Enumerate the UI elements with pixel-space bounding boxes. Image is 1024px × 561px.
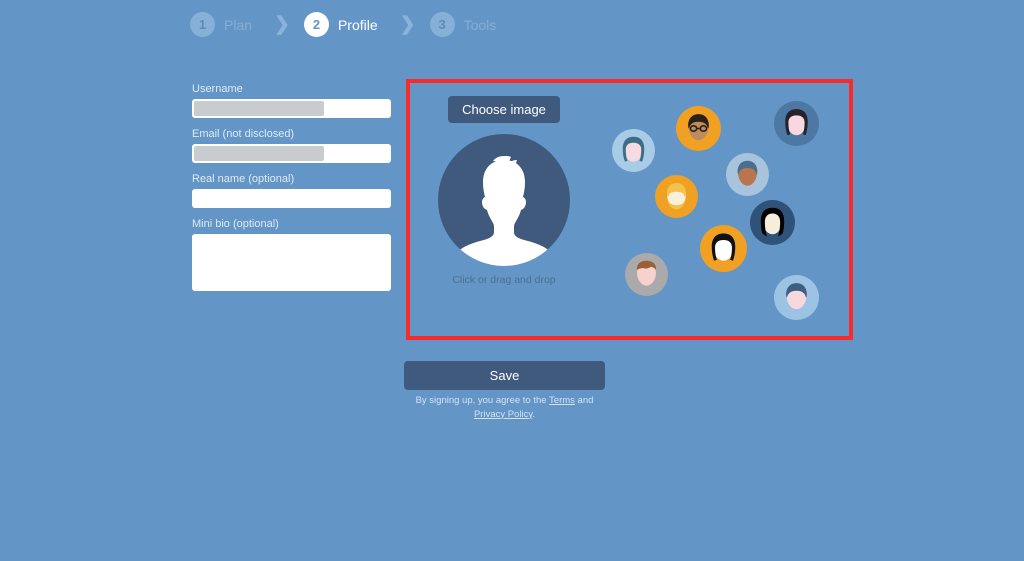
avatar-picker: Choose image Click or drag and drop [438, 96, 570, 286]
step-label: Plan [224, 16, 253, 33]
wizard-stepper: 1 Plan ❯ 2 Profile ❯ 3 Tools [190, 12, 496, 37]
step-profile[interactable]: 2 Profile [303, 12, 378, 37]
legal-text: By signing up, you agree to the Terms an… [404, 394, 605, 422]
step-label: Profile [337, 16, 378, 33]
field-label-username: Username [192, 83, 243, 95]
step-tools[interactable]: 3 Tools [429, 12, 497, 37]
avatar-glasses-man[interactable] [676, 106, 721, 151]
redacted-value [194, 146, 324, 161]
avatar-navy-hair-man[interactable] [774, 275, 819, 320]
avatar-blue-hair-man-icon [726, 153, 769, 196]
avatar-bearded-man[interactable] [655, 175, 698, 218]
step-label: Tools [463, 16, 497, 33]
avatar-blonde-woman-icon [750, 200, 795, 245]
step-number-badge: 2 [303, 12, 329, 37]
field-label-email: Email (not disclosed) [192, 128, 295, 140]
profile-form: Username Email (not disclosed) Real name (… [192, 83, 391, 291]
field-label-real: Real name (optional) [192, 173, 295, 185]
signup-profile-page: 1 Plan ❯ 2 Profile ❯ 3 Tools Username Email (not… [0, 0, 1024, 561]
save-button[interactable]: Save [404, 361, 605, 390]
avatar-teal-hair-woman[interactable] [612, 129, 655, 172]
avatar-bearded-man-icon [655, 175, 698, 218]
privacy-policy-link[interactable]: Privacy Policy [474, 409, 532, 420]
redacted-value [194, 101, 324, 116]
legal-suffix: . [532, 408, 536, 420]
email-input[interactable] [192, 144, 391, 163]
avatar-blonde-woman[interactable] [750, 200, 795, 245]
terms-link[interactable]: Terms [549, 395, 575, 406]
step-number-badge: 3 [429, 12, 455, 37]
username-input[interactable] [192, 99, 391, 118]
avatar-dark-hair-woman-icon [774, 101, 819, 146]
avatar-dark-hair-woman[interactable] [774, 101, 819, 146]
avatar-black-hair-woman-icon [700, 225, 747, 272]
chevron-right-icon: ❯ [274, 14, 290, 35]
avatar-curly-man-icon [625, 253, 668, 296]
mini-textarea[interactable] [192, 234, 391, 291]
step-number-badge: 1 [190, 12, 215, 37]
field-label-mini: Mini bio (optional) [192, 218, 279, 230]
avatar-navy-hair-man-icon [774, 275, 819, 320]
chevron-right-icon: ❯ [399, 14, 416, 35]
avatar-blue-hair-man[interactable] [726, 153, 769, 196]
choose-image-button[interactable]: Choose image [448, 96, 560, 123]
avatar-dropzone[interactable] [438, 134, 570, 266]
step-plan[interactable]: 1 Plan [190, 12, 252, 37]
avatar-black-hair-woman[interactable] [700, 225, 747, 272]
legal-prefix: By signing up, you agree to the [415, 395, 550, 406]
avatar-suggestion-cluster [600, 85, 850, 325]
legal-middle: and [574, 395, 594, 406]
avatar-glasses-man-icon [676, 106, 721, 151]
dropzone-hint: Click or drag and drop [452, 274, 556, 286]
avatar-teal-hair-woman-icon [612, 129, 655, 172]
real-input[interactable] [192, 189, 391, 208]
avatar-curly-man[interactable] [625, 253, 668, 296]
user-silhouette-icon [456, 156, 552, 266]
